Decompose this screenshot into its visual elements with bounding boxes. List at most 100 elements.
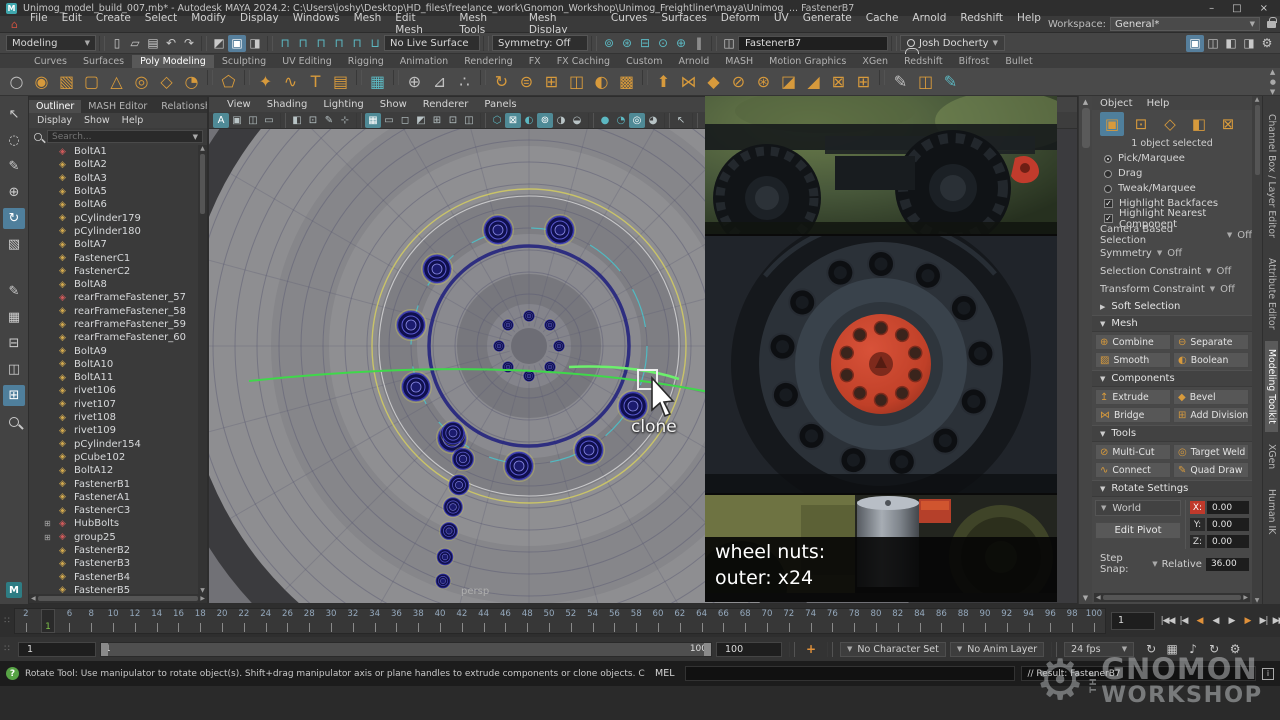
wireframe-icon[interactable]: ⬡ (489, 113, 505, 128)
grease-pencil-icon[interactable]: ✎ (321, 113, 337, 128)
open-scene-icon[interactable]: ▱ (126, 35, 144, 52)
section-tools[interactable]: ▼Tools (1092, 425, 1252, 442)
shelf-flip-icon[interactable]: ⊜ (514, 70, 539, 94)
set-key-icon[interactable]: + (802, 641, 820, 658)
workspace-dropdown[interactable]: General*▼ (1110, 17, 1260, 31)
menu-set-dropdown[interactable]: Modeling▼ (6, 35, 96, 51)
toolkit-menu-help[interactable]: Help (1147, 98, 1170, 109)
outliner-tab-mash-editor[interactable]: MASH Editor (81, 100, 154, 113)
timeline-track[interactable]: 2468101214161820222426283032343638404244… (14, 608, 1106, 634)
outliner-tab-relationship[interactable]: Relationship (154, 100, 207, 113)
viewport-menu-shading[interactable]: Shading (259, 99, 316, 110)
anim-layer-dropdown[interactable]: ▼No Anim Layer (950, 642, 1044, 657)
grid-icon[interactable]: ▦ (365, 113, 381, 128)
snap-to-curve-icon[interactable]: ⊓ (294, 35, 312, 52)
shelf-duplicate-face-icon[interactable]: ◪ (776, 70, 801, 94)
maximize-button[interactable]: □ (1232, 3, 1241, 14)
rotate-tool[interactable]: ↻ (3, 208, 25, 229)
lock-camera-icon[interactable]: ▣ (229, 113, 245, 128)
channel-box-toggle-icon[interactable]: ◧ (1222, 35, 1240, 52)
radio-tweak-marquee[interactable]: Tweak/Marquee (1092, 181, 1252, 196)
shelf-smooth-icon[interactable]: ▩ (614, 70, 639, 94)
shelf-tab-bullet[interactable]: Bullet (997, 55, 1040, 68)
step-back-frame-button[interactable]: ◀ (1192, 612, 1207, 630)
outliner-item[interactable]: ◈pCube102 (29, 451, 207, 464)
shelf-tab-curves[interactable]: Curves (26, 55, 75, 68)
outliner-item[interactable]: ◈rivet109 (29, 424, 207, 437)
snap-to-grid-icon[interactable]: ⊓ (276, 35, 294, 52)
outliner-hscrollbar[interactable]: ◀▶ (29, 594, 207, 603)
shelf-combine-icon[interactable]: ⊞ (539, 70, 564, 94)
motion-blur-icon[interactable]: ● (597, 113, 613, 128)
timeslider-grip[interactable]: ∷ (0, 616, 14, 626)
shaded-icon[interactable]: ⊠ (505, 113, 521, 128)
combine-button[interactable]: ⊕Combine (1095, 334, 1171, 350)
outliner-menu-show[interactable]: Show (84, 115, 110, 126)
stack-shortcut[interactable]: ⊟ (3, 333, 25, 354)
outliner-menu-help[interactable]: Help (122, 115, 144, 126)
bridge-button[interactable]: ⋈Bridge (1095, 407, 1171, 423)
object-mode-icon[interactable]: ▣ (1100, 112, 1124, 136)
outliner-item[interactable]: ◈BoltA11 (29, 371, 207, 384)
dropdown-selection-constraint[interactable]: Selection Constraint▼Off (1092, 262, 1252, 280)
rangeslider-grip[interactable]: ∷ (0, 644, 14, 654)
ipr-render-icon[interactable]: ⊛ (618, 35, 636, 52)
make-live-icon[interactable]: ⊔ (366, 35, 384, 52)
select-camera-icon[interactable]: A (213, 113, 229, 128)
step-snap-caret[interactable]: ▼ (1152, 560, 1157, 568)
quad-draw-button[interactable]: ✎Quad Draw (1173, 462, 1249, 478)
outliner-item[interactable]: ◈BoltA5 (29, 185, 207, 198)
outliner-item[interactable]: ◈FastenerC2 (29, 265, 207, 278)
side-tab-xgen[interactable]: XGen (1265, 436, 1278, 477)
rotate-settings-section[interactable]: ▼Rotate Settings (1092, 480, 1252, 497)
smooth-button[interactable]: ▨Smooth (1095, 352, 1171, 368)
multi-cut-button[interactable]: ⊘Multi-Cut (1095, 444, 1171, 460)
shelf-tab-fx[interactable]: FX (521, 55, 549, 68)
shelf-poly-cone-icon[interactable]: △ (104, 70, 129, 94)
shelf-tab-fx-caching[interactable]: FX Caching (549, 55, 618, 68)
current-frame-marker[interactable]: 1 (41, 609, 55, 633)
shelf-poly-torus-icon[interactable]: ◎ (129, 70, 154, 94)
mel-input[interactable] (685, 666, 1015, 681)
outliner-item[interactable]: ◈rearFrameFastener_58 (29, 305, 207, 318)
attribute-editor-toggle-icon[interactable]: ◨ (1240, 35, 1258, 52)
shelf-poly-cube-icon[interactable]: ▧ (54, 70, 79, 94)
shelf-boolean-icon[interactable]: ◐ (589, 70, 614, 94)
script-editor-icon[interactable]: i (1262, 668, 1274, 680)
side-tab-human-ik[interactable]: Human IK (1265, 481, 1278, 542)
shelf-poly-sphere-icon[interactable]: ◉ (29, 70, 54, 94)
outliner-search-input[interactable] (52, 132, 172, 142)
outliner-item[interactable]: ◈pCylinder180 (29, 225, 207, 238)
shelf-tab-poly-modeling[interactable]: Poly Modeling (132, 55, 214, 68)
input-line-icon[interactable]: ◫ (720, 35, 738, 52)
lasso-tool[interactable]: ◌ (3, 130, 25, 151)
shelf-poly-modeling-panel-icon[interactable]: ▦ (365, 70, 390, 94)
shelf-tab-bifrost[interactable]: Bifrost (951, 55, 998, 68)
axis-value-field[interactable]: 0.00 (1207, 518, 1249, 531)
persp-outliner-layout-icon[interactable]: ◫ (1204, 35, 1222, 52)
workspace-lock-icon[interactable] (1267, 21, 1276, 28)
paint-select-tool[interactable]: ✎ (3, 156, 25, 177)
outliner-item[interactable]: ◈FastenerB5 (29, 584, 207, 594)
shelf-tab-rendering[interactable]: Rendering (456, 55, 521, 68)
side-tab-channel-box-layer-editor[interactable]: Channel Box / Layer Editor (1265, 106, 1278, 246)
shelf-curve-tool-icon[interactable]: ∿ (278, 70, 303, 94)
shelf-scroll-arrows[interactable]: ▲●▼ (1270, 68, 1280, 96)
animation-preferences-icon[interactable]: ⚙ (1226, 641, 1244, 658)
shelf-tab-sculpting[interactable]: Sculpting (214, 55, 274, 68)
outliner-item[interactable]: ◈FastenerC1 (29, 251, 207, 264)
outliner-item[interactable]: ◈FastenerB4 (29, 571, 207, 584)
character-set-dropdown[interactable]: ▼No Character Set (840, 642, 946, 657)
layout-two-pane[interactable]: ◫ (3, 359, 25, 380)
screen-space-ao-icon[interactable]: ◒ (569, 113, 585, 128)
shelf-construction-plane-icon[interactable]: ⊕ (402, 70, 427, 94)
outliner-item[interactable]: ◈FastenerB3 (29, 557, 207, 570)
step-forward-key-button[interactable]: ▶| (1256, 612, 1271, 630)
zoom-tool[interactable] (3, 411, 25, 432)
shelf-quad-draw-pen-icon[interactable]: ✎ (938, 70, 963, 94)
safe-action-icon[interactable]: ⊡ (445, 113, 461, 128)
outliner-item[interactable]: ◈rearFrameFastener_57 (29, 291, 207, 304)
step-back-key-button[interactable]: |◀ (1176, 612, 1191, 630)
select-by-hierarchy-icon[interactable]: ◩ (210, 35, 228, 52)
shelf-tab-surfaces[interactable]: Surfaces (75, 55, 132, 68)
